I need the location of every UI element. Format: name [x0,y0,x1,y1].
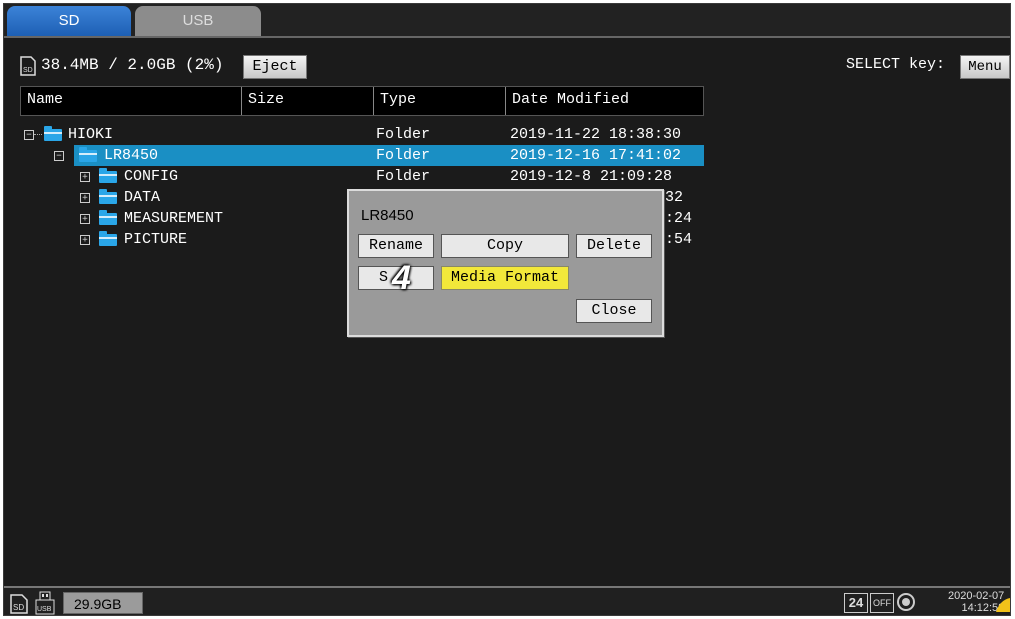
collapse-icon[interactable]: − [24,130,34,140]
tree-line [34,134,42,135]
sd-card-icon-label: SD [23,67,33,74]
media-format-button[interactable]: Media Format [441,266,569,290]
free-space-readout: 29.9GB [63,592,143,614]
usb-status-label: USB [37,606,52,613]
delete-button[interactable]: Delete [576,234,652,258]
file-type: Folder [376,126,431,143]
select-key-label: SELECT key: [846,56,946,73]
file-name: CONFIG [124,168,179,185]
sd-status-label: SD [13,603,24,612]
folder-icon [44,126,62,141]
folder-icon [79,147,97,162]
capacity-text: 38.4MB / 2.0GB (2%) [41,56,224,74]
tab-usb[interactable]: USB [135,6,261,36]
device-screen: SD USB SD 38.4MB / 2.0GB (2%) Eject SELE… [3,3,1011,616]
folder-icon [99,231,117,246]
file-name: PICTURE [124,231,188,248]
expand-icon[interactable]: + [80,193,90,203]
screenshot-frame: SD USB SD 38.4MB / 2.0GB (2%) Eject SELE… [0,0,1015,619]
file-date: 2019-12-16 17:41:02 [510,147,682,164]
file-type: Folder [376,168,431,185]
column-header-type[interactable]: Type [373,87,505,115]
tab-bar: SD USB [4,4,1010,36]
file-name: HIOKI [68,126,114,143]
eject-button[interactable]: Eject [243,55,307,79]
auto-off-indicator: OFF [870,593,894,613]
folder-icon [99,210,117,225]
file-date: 2019-11-22 18:38:30 [510,126,682,143]
rename-button[interactable]: Rename [358,234,434,258]
expand-icon[interactable]: + [80,235,90,245]
usb-status-icon: USB [35,591,55,615]
storage-info-bar: SD 38.4MB / 2.0GB (2%) Eject SELECT key:… [4,36,1010,84]
column-header-date[interactable]: Date Modified [505,87,705,115]
menu-button[interactable]: Menu [960,55,1010,79]
power-status-icon [996,598,1010,612]
file-type: Folder [376,147,431,164]
file-name: DATA [124,189,161,206]
folder-icon [99,189,117,204]
column-header-name[interactable]: Name [21,87,241,115]
status-bar: SD USB 29.9GB 24 OFF 2020-02-07 14:12:58 [4,586,1010,615]
dialog-title: LR8450 [361,207,414,224]
table-row[interactable]: − HIOKI Folder 2019-11-22 18:38:30 [20,124,704,145]
step-number-marker: 4 [392,259,411,297]
sd-status-icon: SD [10,594,28,614]
file-date-partial: 32 [665,189,684,206]
table-row[interactable]: + CONFIG Folder 2019-12-8 21:09:28 [20,166,704,187]
expand-icon[interactable]: + [80,172,90,182]
file-name: MEASUREMENT [124,210,224,227]
auto-save-icon [897,593,915,611]
file-date: 2019-12-8 21:09:28 [510,168,673,185]
column-header-size[interactable]: Size [241,87,373,115]
expand-icon[interactable]: + [80,214,90,224]
file-date-partial: :24 [665,210,693,227]
close-button[interactable]: Close [576,299,652,323]
folder-icon [99,168,117,183]
table-row-selected[interactable]: − LR8450 Folder 2019-12-16 17:41:02 [54,145,704,166]
sd-card-icon: SD [20,56,36,76]
copy-button[interactable]: Copy [441,234,569,258]
tab-sd[interactable]: SD [7,6,131,36]
file-name: LR8450 [104,147,159,164]
clock-24h-indicator: 24 [844,593,868,613]
table-header: Name Size Type Date Modified [20,86,704,116]
file-date-partial: :54 [665,231,693,248]
collapse-icon[interactable]: − [54,151,64,161]
